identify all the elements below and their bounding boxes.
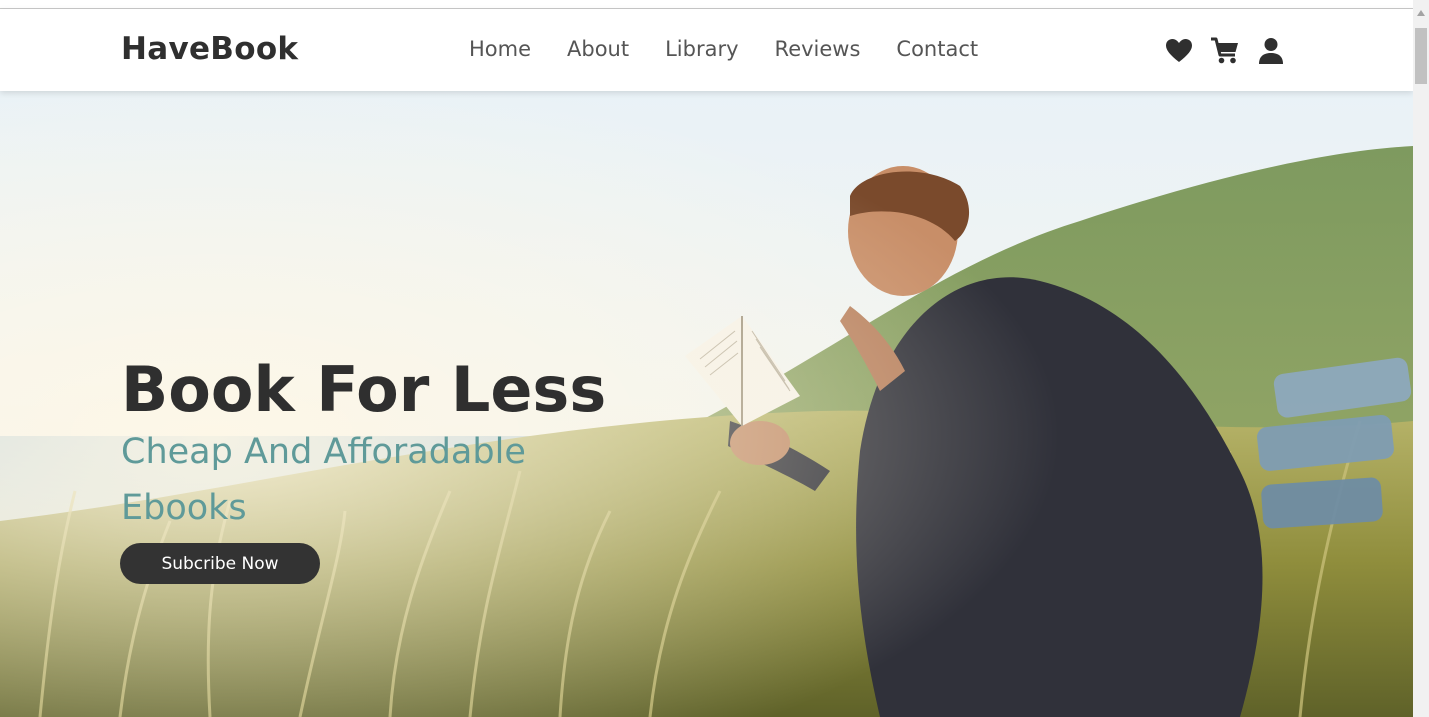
subscribe-button[interactable]: Subcribe Now bbox=[120, 543, 320, 584]
scrollbar-thumb[interactable] bbox=[1415, 28, 1427, 84]
hero-subtitle: Cheap And Afforadable Ebooks bbox=[121, 432, 526, 528]
hero-section: Book For Less Cheap And Afforadable Eboo… bbox=[0, 91, 1413, 717]
nav-about[interactable]: About bbox=[567, 37, 629, 61]
browser-top-edge bbox=[0, 0, 1413, 9]
page: HaveBook Home About Library Reviews Cont… bbox=[0, 0, 1413, 717]
nav-home[interactable]: Home bbox=[469, 37, 531, 61]
header-icons bbox=[1164, 37, 1286, 65]
hero-title: Book For Less bbox=[121, 353, 607, 426]
scroll-up-arrow-icon[interactable] bbox=[1417, 10, 1425, 16]
main-nav: Home About Library Reviews Contact bbox=[469, 37, 978, 61]
site-header: HaveBook Home About Library Reviews Cont… bbox=[0, 9, 1413, 91]
brand-logo[interactable]: HaveBook bbox=[121, 31, 298, 67]
heart-icon[interactable] bbox=[1164, 37, 1194, 65]
nav-contact[interactable]: Contact bbox=[896, 37, 978, 61]
nav-reviews[interactable]: Reviews bbox=[775, 37, 861, 61]
cart-icon[interactable] bbox=[1210, 37, 1240, 65]
nav-library[interactable]: Library bbox=[665, 37, 738, 61]
user-icon[interactable] bbox=[1256, 37, 1286, 65]
page-scrollbar[interactable] bbox=[1413, 0, 1429, 717]
